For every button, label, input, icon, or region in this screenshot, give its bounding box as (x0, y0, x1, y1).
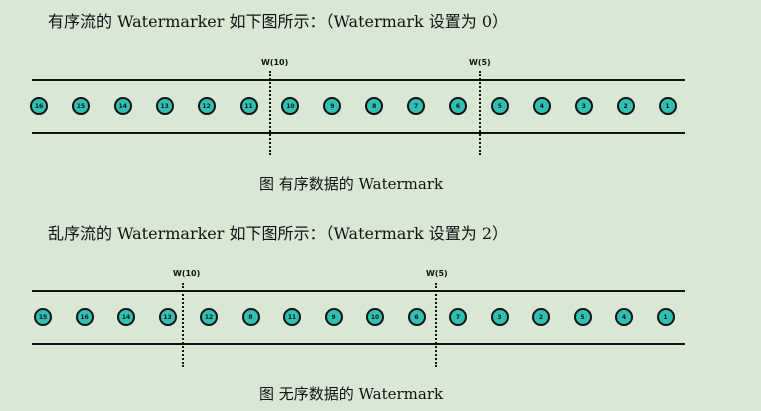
unordered-watermark-line-w10 (182, 283, 184, 367)
ordered-event-1: 1 (658, 97, 677, 115)
ordered-stream-bottom-rail (32, 132, 685, 134)
unordered-event-15: 15 (34, 308, 52, 326)
unordered-watermark-label-w10: W(10) (173, 269, 201, 278)
ordered-event-15: 15 (71, 97, 90, 115)
ordered-event-8: 8 (365, 97, 384, 115)
ordered-event-3: 3 (574, 97, 593, 115)
ordered-watermark-label-w5: W(5) (469, 58, 491, 67)
unordered-event-2: 2 (532, 308, 550, 326)
ordered-event-9: 9 (323, 97, 342, 115)
ordered-event-16: 16 (30, 97, 48, 115)
ordered-event-6: 6 (449, 97, 467, 115)
unordered-event-4: 4 (615, 308, 633, 326)
ordered-event-12: 12 (197, 97, 216, 115)
unordered-event-5: 5 (573, 308, 592, 326)
watermark-diagram: 有序流的 Watermarker 如下图所示：（Watermark 设置为 0）… (0, 0, 761, 411)
unordered-event-14: 14 (117, 308, 135, 326)
unordered-event-3: 3 (490, 308, 509, 326)
ordered-event-13: 13 (155, 97, 174, 115)
ordered-event-2: 2 (616, 97, 635, 115)
ordered-event-5: 5 (490, 97, 509, 115)
unordered-event-7: 7 (449, 308, 467, 326)
ordered-event-11: 11 (239, 97, 258, 115)
unordered-stream-description: 乱序流的 Watermarker 如下图所示：（Watermark 设置为 2） (48, 224, 509, 243)
ordered-event-14: 14 (113, 97, 132, 115)
unordered-event-6: 6 (407, 308, 426, 326)
unordered-event-8: 8 (241, 308, 260, 326)
unordered-event-9: 9 (324, 308, 343, 326)
ordered-watermark-label-w10: W(10) (261, 58, 289, 67)
unordered-watermark-line-w5 (435, 283, 437, 367)
unordered-event-1: 1 (656, 308, 675, 326)
ordered-watermark-line-w5 (479, 71, 481, 155)
unordered-event-10: 10 (366, 308, 384, 326)
unordered-stream-top-rail (32, 290, 685, 292)
unordered-event-11: 11 (283, 308, 301, 326)
ordered-event-7: 7 (407, 97, 426, 115)
ordered-stream-caption: 图 有序数据的 Watermark (259, 175, 444, 193)
ordered-stream-top-rail (32, 79, 685, 81)
unordered-stream-caption: 图 无序数据的 Watermark (259, 385, 444, 403)
ordered-stream-description: 有序流的 Watermarker 如下图所示：（Watermark 设置为 0） (48, 12, 509, 31)
unordered-event-16: 16 (75, 308, 94, 326)
ordered-event-4: 4 (532, 97, 551, 115)
unordered-event-13: 13 (158, 308, 177, 326)
unordered-watermark-label-w5: W(5) (426, 269, 448, 278)
ordered-event-10: 10 (281, 97, 300, 115)
unordered-stream-bottom-rail (32, 343, 685, 345)
unordered-event-12: 12 (200, 308, 218, 326)
ordered-watermark-line-w10 (269, 71, 271, 155)
